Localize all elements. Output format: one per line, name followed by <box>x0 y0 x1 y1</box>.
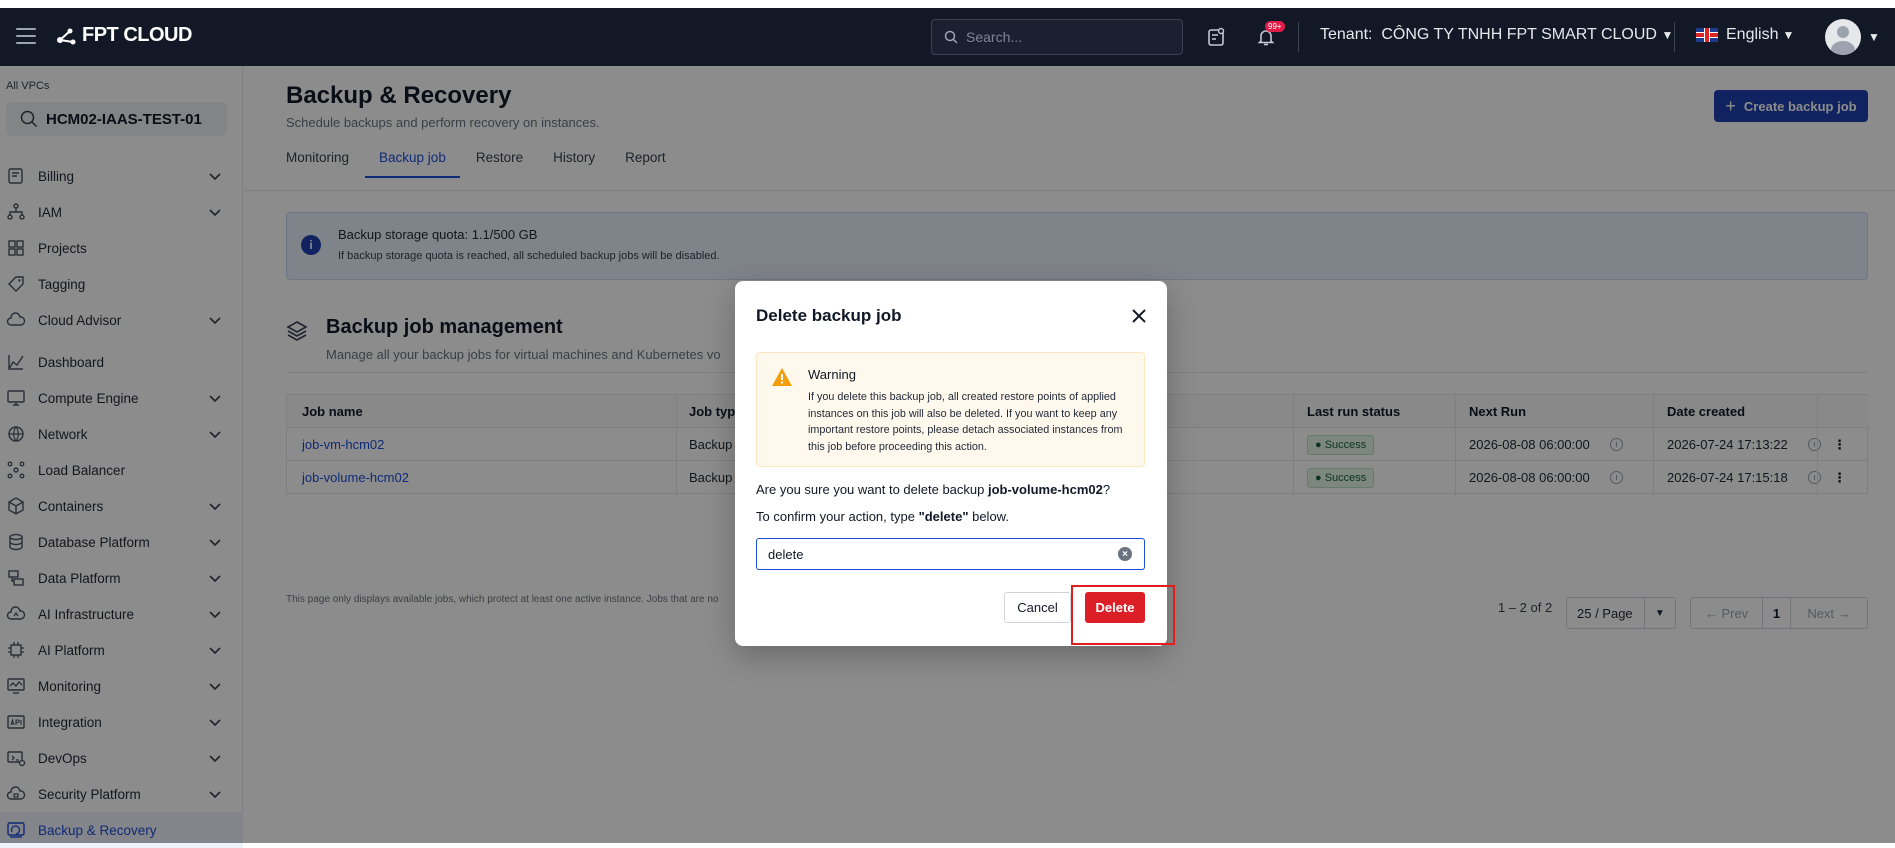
uk-flag-icon <box>1696 28 1718 42</box>
confirm-instruction: To confirm your action, type "delete" be… <box>756 509 1009 524</box>
highlight-box <box>1071 585 1175 645</box>
search-placeholder: Search... <box>966 29 1023 45</box>
tenant-label: Tenant: <box>1320 26 1373 43</box>
warning-icon <box>772 368 792 386</box>
close-icon[interactable] <box>1130 307 1148 325</box>
user-avatar[interactable] <box>1825 19 1861 55</box>
question-prefix: Are you sure you want to delete backup <box>756 482 988 497</box>
clear-input-icon[interactable]: × <box>1118 547 1132 561</box>
notification-badge: 99+ <box>1265 21 1285 32</box>
warning-box: Warning If you delete this backup job, a… <box>756 352 1145 467</box>
tenant-name: CÔNG TY TNHH FPT SMART CLOUD <box>1381 26 1657 43</box>
caret-down-icon: ▼ <box>1661 28 1674 42</box>
warning-body: If you delete this backup job, all creat… <box>808 391 1123 453</box>
dialog-title: Delete backup job <box>756 306 902 325</box>
caret-down-icon: ▼ <box>1782 28 1795 42</box>
brand-name: FPT CLOUD <box>82 24 192 46</box>
global-search-input[interactable]: Search... <box>931 19 1183 55</box>
tasks-icon[interactable] <box>1203 24 1229 50</box>
confirm-prefix: To confirm your action, type <box>756 509 919 524</box>
cancel-button[interactable]: Cancel <box>1004 592 1071 623</box>
top-strip <box>0 0 1895 8</box>
delete-question: Are you sure you want to delete backup j… <box>756 482 1110 497</box>
confirm-suffix: below. <box>968 509 1009 524</box>
question-target: job-volume-hcm02 <box>987 482 1103 497</box>
confirm-input-value: delete <box>768 546 804 562</box>
question-suffix: ? <box>1102 482 1111 497</box>
menu-icon[interactable] <box>16 28 36 44</box>
language-label: English <box>1726 26 1779 43</box>
language-selector[interactable]: English ▼ <box>1696 26 1794 44</box>
tenant-selector[interactable]: Tenant: CÔNG TY TNHH FPT SMART CLOUD ▼ <box>1320 26 1673 44</box>
caret-down-icon[interactable]: ▼ <box>1868 30 1880 44</box>
brand-logo[interactable]: FPT CLOUD <box>56 24 192 47</box>
logo-mark-icon <box>57 28 76 44</box>
confirm-keyword: "delete" <box>918 509 969 524</box>
divider <box>1298 22 1299 52</box>
top-navbar: FPT CLOUD Search... 99+ Tenant: CÔNG TY … <box>0 8 1895 66</box>
warning-title: Warning <box>808 367 856 382</box>
divider <box>1674 22 1675 52</box>
search-icon <box>944 30 958 44</box>
notifications-bell-icon[interactable]: 99+ <box>1253 21 1285 50</box>
confirm-delete-input[interactable]: delete × <box>756 538 1145 570</box>
